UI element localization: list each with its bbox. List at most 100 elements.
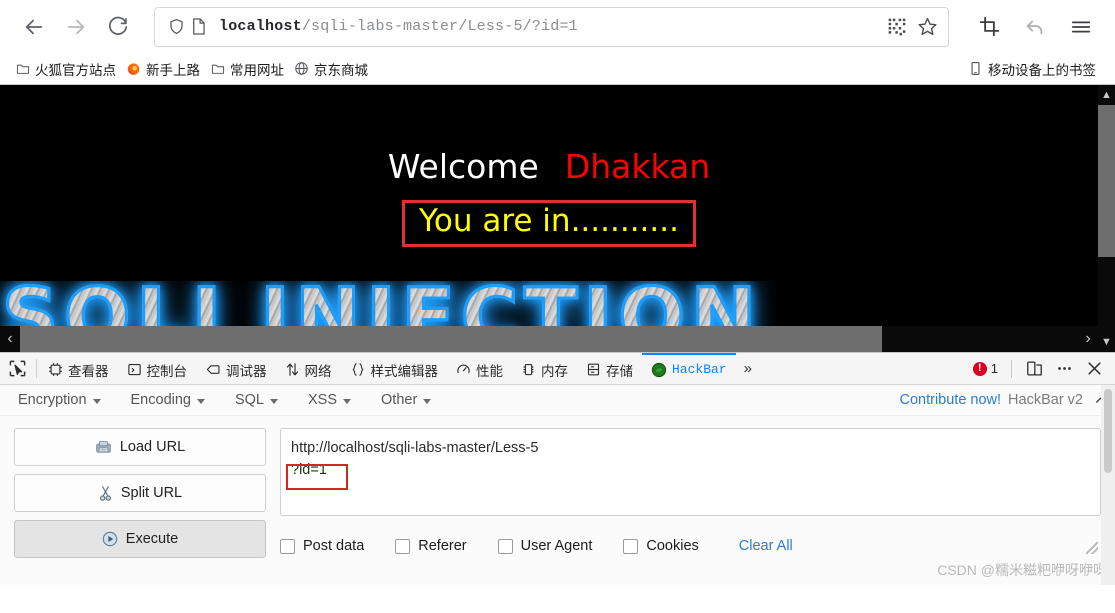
tab-hackbar[interactable]: HackBar xyxy=(642,353,736,384)
page-content: Welcome Dhakkan You are in........... SQL… xyxy=(0,85,1098,352)
dhakkan-text: Dhakkan xyxy=(564,147,711,186)
menu-encoding[interactable]: Encoding xyxy=(131,392,205,408)
bookmark-label: 新手上路 xyxy=(146,62,200,78)
contribute-link[interactable]: Contribute now! xyxy=(899,392,1001,408)
hackbar-panel: Encryption Encoding SQL XSS Other Contri… xyxy=(0,385,1115,585)
tab-memory[interactable]: 内存 xyxy=(512,353,577,384)
hscroll-thumb[interactable] xyxy=(20,326,883,352)
vscroll-thumb[interactable] xyxy=(1098,105,1115,258)
bookmark-item-0[interactable]: 火狐官方站点 xyxy=(12,57,123,81)
checkbox-user-agent[interactable]: User Agent xyxy=(497,538,592,554)
menu-label: SQL xyxy=(234,392,264,408)
error-count-badge[interactable]: ! 1 xyxy=(969,361,1002,376)
reload-button[interactable] xyxy=(98,7,138,47)
checkbox-cookies[interactable]: Cookies xyxy=(623,538,699,554)
debugger-icon xyxy=(205,362,221,377)
tab-inspector[interactable]: 查看器 xyxy=(39,353,118,384)
menu-label: Other xyxy=(381,392,418,408)
menu-xss[interactable]: XSS xyxy=(308,392,352,408)
checkbox-icon[interactable] xyxy=(497,538,513,554)
style-editor-icon xyxy=(350,362,366,377)
devtools-more-icon[interactable] xyxy=(1051,356,1077,382)
toolbar-right-buttons xyxy=(969,7,1101,47)
bookmark-star-icon[interactable] xyxy=(917,16,938,37)
checkbox-icon[interactable] xyxy=(280,538,295,554)
folder-icon xyxy=(15,61,30,76)
devtools-close-icon[interactable] xyxy=(1081,356,1107,382)
devtools-panel: 查看器 控制台 调试器 网络 样式编辑器 性能 内存 存储 HackBar » … xyxy=(0,352,1115,585)
clear-all-link[interactable]: Clear All xyxy=(739,538,793,554)
hackbar-scrollbar-thumb[interactable] xyxy=(1104,389,1112,473)
inspector-icon xyxy=(48,362,63,377)
textarea-resize-handle[interactable] xyxy=(1086,542,1098,554)
split-url-button[interactable]: Split URL xyxy=(14,474,266,512)
bookmark-label: 京东商城 xyxy=(314,62,368,78)
button-label: Execute xyxy=(125,531,179,547)
devtools-overflow-icon[interactable]: » xyxy=(736,353,760,384)
screenshot-crop-icon[interactable] xyxy=(969,7,1009,47)
scroll-down-icon[interactable]: ▼ xyxy=(1098,332,1115,352)
scroll-right-icon[interactable]: › xyxy=(1078,326,1098,352)
responsive-design-mode-icon[interactable] xyxy=(1021,356,1047,382)
load-url-icon xyxy=(95,440,112,455)
execute-button[interactable]: Execute xyxy=(14,520,266,558)
load-url-button[interactable]: Load URL xyxy=(14,428,266,466)
tab-performance[interactable]: 性能 xyxy=(447,353,512,384)
qr-code-icon[interactable] xyxy=(887,17,907,37)
bookmark-item-3[interactable]: 京东商城 xyxy=(291,57,375,81)
checkbox-icon[interactable] xyxy=(623,538,639,554)
hackbar-menubar: Encryption Encoding SQL XSS Other Contri… xyxy=(0,385,1115,416)
back-button[interactable] xyxy=(14,7,54,47)
play-icon xyxy=(102,531,118,547)
network-icon xyxy=(285,362,300,377)
checkbox-label: Cookies xyxy=(646,538,699,554)
bookmark-item-1[interactable]: 新手上路 xyxy=(123,57,207,81)
tab-console[interactable]: 控制台 xyxy=(118,353,197,384)
tab-label: 控制台 xyxy=(146,363,188,379)
checkbox-icon[interactable] xyxy=(395,538,411,554)
scroll-left-icon[interactable]: ‹ xyxy=(0,326,20,352)
chevron-down-icon xyxy=(343,398,352,404)
tab-storage[interactable]: 存储 xyxy=(577,353,642,384)
devtools-right-controls: ! 1 xyxy=(969,353,1115,384)
bookmark-label: 火狐官方站点 xyxy=(35,62,116,78)
forward-button[interactable] xyxy=(56,7,96,47)
address-bar[interactable]: localhost/sqli-labs-master/Less-5/?id=1 xyxy=(154,6,949,47)
url-host: localhost xyxy=(219,18,302,35)
tab-debugger[interactable]: 调试器 xyxy=(196,353,276,384)
hackbar-url-area: Post data Referer User Agent Cookie xyxy=(280,428,1101,558)
navigation-toolbar: localhost/sqli-labs-master/Less-5/?id=1 xyxy=(0,0,1115,53)
memory-icon xyxy=(521,362,536,377)
vscroll-track[interactable] xyxy=(1098,105,1115,332)
undo-arrow-icon[interactable] xyxy=(1015,7,1055,47)
shield-icon xyxy=(167,17,186,36)
hscroll-track[interactable] xyxy=(20,326,1078,352)
menu-label: Encoding xyxy=(130,392,191,408)
tab-style-editor[interactable]: 样式编辑器 xyxy=(341,353,448,384)
hackbar-body: Load URL Split URL Execute http://localh… xyxy=(0,416,1115,558)
checkbox-referer[interactable]: Referer xyxy=(395,538,467,554)
tab-label: HackBar xyxy=(672,362,727,377)
menu-sql[interactable]: SQL xyxy=(235,392,278,408)
folder-icon xyxy=(210,61,225,76)
tab-label: 网络 xyxy=(304,363,332,379)
error-count: 1 xyxy=(990,361,998,376)
element-picker-icon[interactable] xyxy=(0,353,34,384)
tab-label: 存储 xyxy=(606,363,633,379)
scissors-icon xyxy=(98,485,113,502)
vertical-scrollbar[interactable]: ▲ ▼ xyxy=(1098,85,1115,352)
checkbox-post-data[interactable]: Post data xyxy=(280,538,364,554)
url-text: localhost/sqli-labs-master/Less-5/?id=1 xyxy=(219,18,877,35)
menu-encryption[interactable]: Encryption xyxy=(18,392,101,408)
menu-other[interactable]: Other xyxy=(381,392,432,408)
url-input[interactable] xyxy=(280,428,1101,516)
hackbar-branding: Contribute now! HackBar v2 xyxy=(899,392,1083,408)
mobile-bookmarks-item[interactable]: 移动设备上的书签 xyxy=(965,57,1103,81)
console-icon xyxy=(127,362,142,377)
tab-network[interactable]: 网络 xyxy=(276,353,341,384)
horizontal-scrollbar[interactable]: ‹ › xyxy=(0,326,1098,352)
scroll-up-icon[interactable]: ▲ xyxy=(1098,85,1115,105)
menu-hamburger-icon[interactable] xyxy=(1061,7,1101,47)
hackbar-scrollbar[interactable] xyxy=(1101,385,1115,585)
bookmark-item-2[interactable]: 常用网址 xyxy=(207,57,291,81)
